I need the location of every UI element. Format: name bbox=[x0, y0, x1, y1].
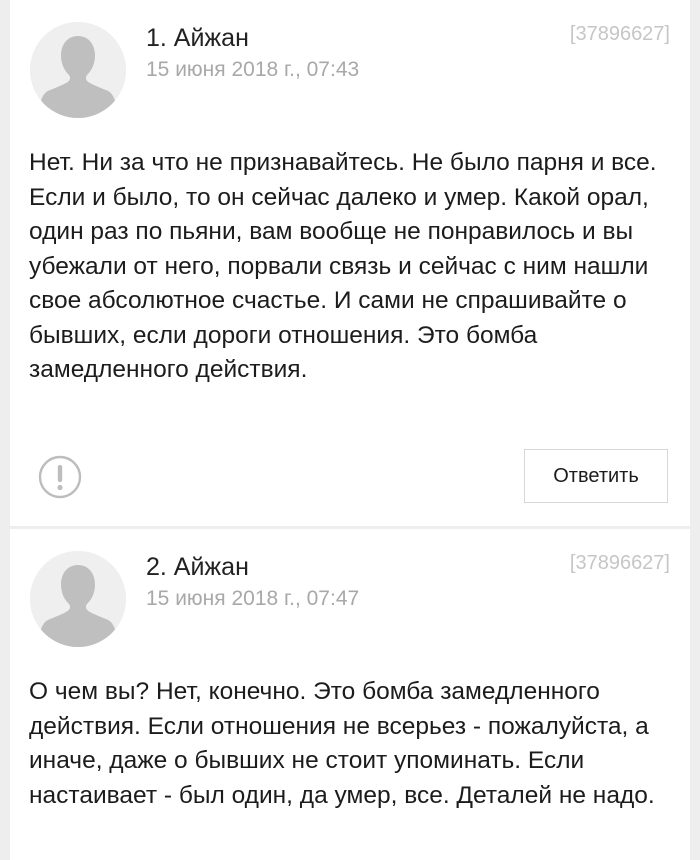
person-silhouette-icon bbox=[30, 551, 126, 647]
reply-button[interactable]: Ответить bbox=[524, 449, 668, 503]
comment-author[interactable]: 1. Айжан bbox=[146, 24, 249, 52]
comment-author[interactable]: 2. Айжан bbox=[146, 553, 249, 581]
comment-id[interactable]: [37896627] bbox=[570, 22, 670, 46]
exclamation-circle-icon bbox=[38, 455, 82, 499]
avatar bbox=[30, 22, 126, 118]
comment-id[interactable]: [37896627] bbox=[570, 551, 670, 575]
person-silhouette-icon bbox=[30, 22, 126, 118]
report-button[interactable] bbox=[38, 455, 82, 499]
avatar bbox=[30, 551, 126, 647]
comment-date: 15 июня 2018 г., 07:47 bbox=[146, 587, 360, 610]
comment-card: 1. Айжан 15 июня 2018 г., 07:43 [3789662… bbox=[10, 0, 690, 526]
comment-text: Нет. Ни за что не признавайтесь. Не было… bbox=[29, 149, 657, 383]
comment-text: О чем вы? Нет, конечно. Это бомба замедл… bbox=[29, 678, 655, 809]
comment-date: 15 июня 2018 г., 07:43 bbox=[146, 58, 360, 81]
comment-card: 2. Айжан 15 июня 2018 г., 07:47 [3789662… bbox=[10, 529, 690, 860]
comments-page: 1. Айжан 15 июня 2018 г., 07:43 [3789662… bbox=[0, 0, 700, 860]
